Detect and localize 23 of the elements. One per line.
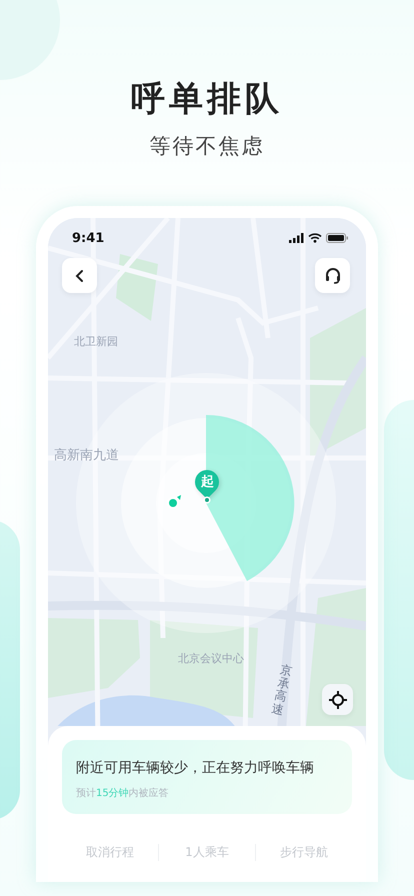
map-label: 北卫新园 <box>74 334 118 349</box>
pin-dot-icon <box>203 496 211 504</box>
battery-icon <box>326 233 348 243</box>
status-time: 9:41 <box>72 230 104 246</box>
page-title: 呼单排队 <box>131 78 283 120</box>
action-button[interactable]: 1人乘车 <box>158 844 255 861</box>
map-label: 北京会议中心 <box>178 651 244 666</box>
customer-service-button[interactable] <box>315 258 350 293</box>
map-label: 高新南九道 <box>54 447 119 464</box>
headset-icon <box>324 266 342 284</box>
action-button[interactable]: 步行导航 <box>255 844 352 861</box>
page-subtitle: 等待不焦虑 <box>150 133 264 160</box>
eta-text: 预计15分钟内被应答 <box>76 786 170 800</box>
map-label: 京承高速 <box>270 663 294 718</box>
car-location-icon <box>166 494 182 510</box>
action-button[interactable]: 取消行程 <box>62 844 158 861</box>
locate-button[interactable] <box>322 684 353 715</box>
signal-icon <box>289 233 304 243</box>
back-chevron-icon <box>74 268 86 282</box>
back-button[interactable] <box>62 258 97 293</box>
crosshair-icon <box>328 690 346 708</box>
notice-message: 附近可用车辆较少，正在努力呼唤车辆 <box>76 759 315 778</box>
wifi-icon <box>308 233 322 243</box>
